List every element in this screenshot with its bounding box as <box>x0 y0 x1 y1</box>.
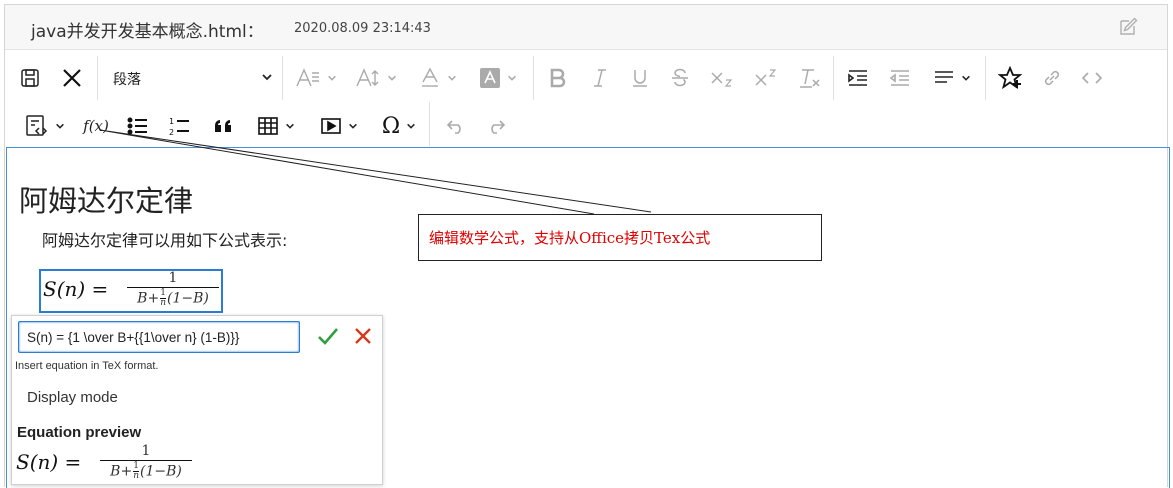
check-icon <box>318 328 338 345</box>
code-icon[interactable] <box>1077 64 1107 92</box>
paragraph-style-select[interactable]: 段落 <box>113 66 273 92</box>
inner-num: 1 <box>160 288 166 298</box>
toolbar-separator <box>97 56 98 100</box>
toolbar-separator <box>282 56 283 100</box>
equation-preview-label: Equation preview <box>17 424 142 441</box>
highlight-color-icon[interactable] <box>473 64 523 92</box>
title-separator: ： <box>246 22 264 42</box>
svg-text:2: 2 <box>169 128 174 136</box>
equation-preview: S(n) = 1 B+1 n (1−B) <box>16 444 216 484</box>
favorite-icon[interactable] <box>995 63 1025 93</box>
font-family-icon[interactable] <box>291 64 341 92</box>
preview-fraction: 1 B+1 n (1−B) <box>100 444 192 481</box>
outdent-icon[interactable] <box>885 64 915 92</box>
formula-label: f(x) <box>83 117 109 135</box>
special-char-icon[interactable]: Ω <box>373 112 425 140</box>
save-icon[interactable] <box>19 66 41 90</box>
inner-fraction: 1n <box>133 462 139 481</box>
superscript-icon[interactable] <box>751 64 781 92</box>
italic-icon[interactable] <box>587 64 613 92</box>
toolbar-separator <box>429 102 430 146</box>
bold-icon[interactable] <box>545 64 571 92</box>
document-heading: 阿姆达尔定律 <box>19 184 194 218</box>
annotation-callout: 编辑数学公式，支持从Office拷贝Tex公式 <box>418 214 822 261</box>
close-icon[interactable] <box>59 65 85 91</box>
table-icon[interactable] <box>249 112 303 140</box>
equation-editor-popup: Insert equation in TeX format. Display m… <box>11 315 383 485</box>
media-icon[interactable] <box>313 112 365 140</box>
edit-icon[interactable] <box>1117 16 1139 38</box>
font-size-icon[interactable] <box>351 64 401 92</box>
fraction-bar <box>100 460 192 461</box>
preview-denominator: B+1 n (1−B) <box>100 462 192 481</box>
equation-fraction: 1 B+1 n (1−B) <box>127 271 219 308</box>
underline-icon[interactable] <box>627 64 653 92</box>
close-icon <box>355 328 371 344</box>
document-timestamp: 2020.08.09 23:14:43 <box>294 21 431 36</box>
equation-lhs: S(n) = <box>43 277 109 301</box>
inner-den: n <box>133 471 139 481</box>
link-icon[interactable] <box>1037 64 1067 92</box>
den-prefix: B+ <box>137 290 160 307</box>
inner-num: 1 <box>133 461 139 471</box>
template-icon[interactable] <box>17 112 73 140</box>
equation-numerator: 1 <box>168 270 178 286</box>
tex-format-hint: Insert equation in TeX format. <box>15 360 159 372</box>
display-mode-option[interactable]: Display mode <box>27 389 118 406</box>
selected-equation[interactable]: S(n) = 1 B+1 n (1−B) <box>39 269 223 313</box>
clear-format-icon[interactable] <box>795 64 825 92</box>
redo-icon[interactable] <box>481 112 511 140</box>
den-prefix: B+ <box>110 463 133 480</box>
callout-text: 编辑数学公式，支持从Office拷贝Tex公式 <box>429 229 711 247</box>
inner-fraction: 1n <box>160 289 166 308</box>
blockquote-icon[interactable] <box>209 112 239 140</box>
preview-lhs: S(n) = <box>16 450 82 474</box>
bullet-list-icon[interactable] <box>123 112 153 140</box>
den-suffix: (1−B) <box>166 290 209 307</box>
preview-numerator: 1 <box>141 443 151 459</box>
document-paragraph: 阿姆达尔定律可以用如下公式表示: <box>42 231 288 250</box>
toolbar-separator <box>985 56 986 100</box>
svg-text:1: 1 <box>169 117 174 126</box>
align-icon[interactable] <box>927 64 977 92</box>
confirm-button[interactable] <box>316 324 340 350</box>
fraction-bar <box>127 287 219 288</box>
tex-input[interactable] <box>18 321 300 353</box>
inner-den: n <box>160 298 166 308</box>
editor-toolbar: 段落 f(x) 1 2 Ω <box>5 50 1167 147</box>
font-color-icon[interactable] <box>413 64 463 92</box>
title-bar: java并发开发基本概念.html： 2020.08.09 23:14:43 <box>5 5 1167 50</box>
cancel-button[interactable] <box>352 325 376 349</box>
equation-denominator: B+1 n (1−B) <box>127 289 219 308</box>
toolbar-separator <box>833 56 834 100</box>
document-content[interactable]: 阿姆达尔定律 阿姆达尔定律可以用如下公式表示: S(n) = 1 B+1 n (1−… <box>6 147 1170 488</box>
document-filename: java并发开发基本概念.html： <box>31 17 264 42</box>
formula-icon[interactable]: f(x) <box>81 112 111 140</box>
chevron-down-icon <box>261 71 273 87</box>
undo-icon[interactable] <box>441 112 471 140</box>
numbered-list-icon[interactable]: 12 <box>165 112 195 140</box>
toolbar-separator <box>533 56 534 100</box>
den-suffix: (1−B) <box>139 463 182 480</box>
paragraph-style-value: 段落 <box>113 72 141 88</box>
filename-text: java并发开发基本概念.html <box>31 22 247 42</box>
strikethrough-icon[interactable] <box>667 64 693 92</box>
subscript-icon[interactable] <box>707 64 737 92</box>
indent-icon[interactable] <box>843 64 873 92</box>
